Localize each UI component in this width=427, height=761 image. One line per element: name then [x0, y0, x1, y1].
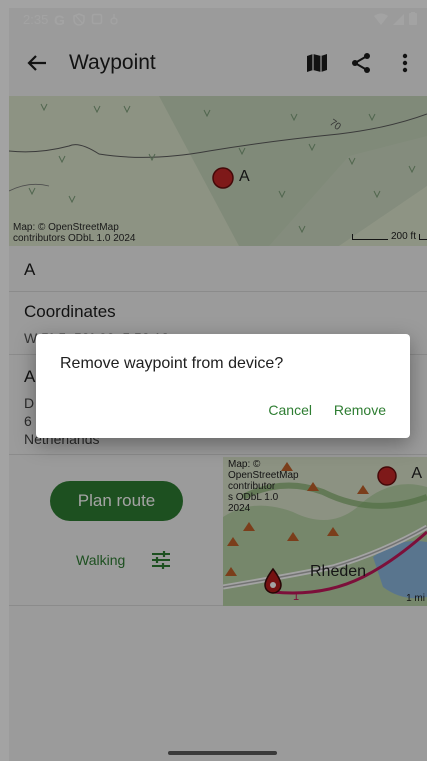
remove-waypoint-dialog: Remove waypoint from device? Cancel Remo… — [36, 334, 410, 438]
dialog-message: Remove waypoint from device? — [60, 355, 284, 372]
cancel-button[interactable]: Cancel — [268, 402, 312, 418]
remove-button[interactable]: Remove — [334, 402, 386, 418]
gesture-navigation-bar[interactable] — [168, 751, 277, 755]
